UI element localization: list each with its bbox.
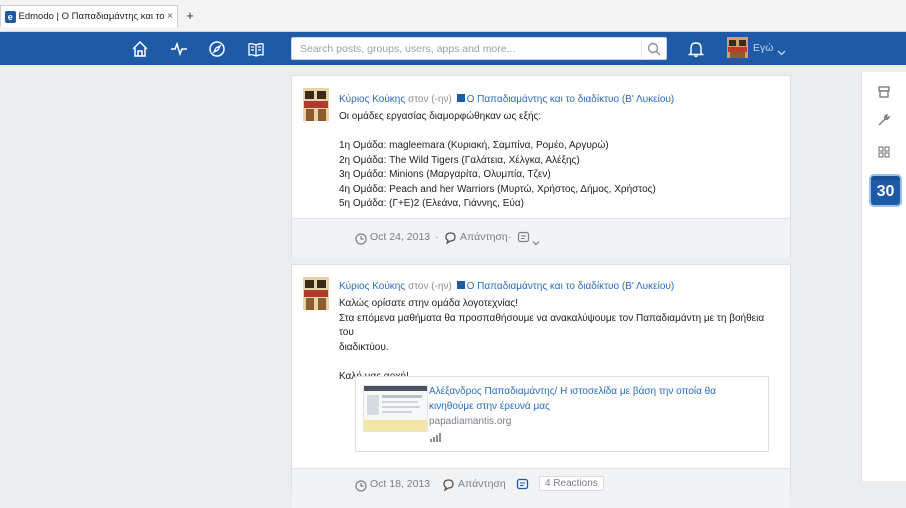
recipient-prefix: στον (-ην) — [407, 94, 452, 105]
post-date[interactable]: Oct 24, 2013 — [370, 231, 430, 243]
post-date[interactable]: Oct 18, 2013 — [370, 478, 430, 490]
wrench-icon[interactable] — [876, 112, 892, 128]
post-line: 5η Ομάδα: (Γ+Ε)2 (Ελεάνα, Γιάννης, Εύα) — [339, 198, 524, 209]
author-avatar[interactable] — [303, 277, 329, 310]
signal-bars-icon — [430, 429, 442, 447]
link-thumbnail[interactable] — [363, 385, 428, 432]
clock-icon — [355, 479, 367, 497]
group-square-icon — [456, 94, 465, 102]
user-menu-label[interactable]: Εγώ — [753, 42, 773, 54]
post-line: 4η Ομάδα: Peach and her Warriors (Μυρτώ,… — [339, 183, 656, 195]
group-name[interactable]: Ο Παπαδιαμάντης και το διαδίκτυο (Β' Λυκ… — [467, 281, 675, 292]
right-side-rail: 30 — [861, 72, 906, 481]
reply-link[interactable]: Απάντηση — [460, 231, 508, 243]
chevron-down-icon[interactable] — [532, 234, 540, 252]
close-tab-icon[interactable]: × — [167, 11, 173, 22]
group-square-icon — [456, 281, 465, 289]
link-domain: papadiamantis.org — [429, 416, 512, 427]
library-icon[interactable] — [247, 40, 265, 58]
post-line: Οι ομάδες εργασίας διαμορφώθηκαν ως εξής… — [339, 111, 542, 122]
post-line: 1η Ομάδα: magleemara (Κυριακή, Σαμπίνα, … — [339, 140, 609, 151]
post-meta: Κύριος Κούκης στον (-ην) Ο Παπαδιαμάντης… — [339, 281, 674, 292]
reactions-count-badge[interactable]: 4 Reactions — [539, 476, 604, 491]
post-body: Οι ομάδες εργασίας διαμορφώθηκαν ως εξής… — [339, 110, 779, 212]
activity-icon[interactable] — [170, 40, 188, 58]
search-input[interactable]: Search posts, groups, users, apps and mo… — [291, 37, 667, 60]
post-line: Καλώς ορίσατε στην ομάδα λογοτεχνίας! — [339, 298, 518, 309]
search-placeholder: Search posts, groups, users, apps and mo… — [300, 43, 516, 55]
link-title[interactable]: Αλέξανδρος Παπαδιαμάντης/ Η ιστοσελίδα μ… — [429, 385, 759, 414]
reaction-icon[interactable] — [517, 231, 530, 249]
discover-icon[interactable] — [208, 40, 226, 58]
backpack-icon[interactable] — [876, 84, 892, 100]
post-meta: Κύριος Κούκης στον (-ην) Ο Παπαδιαμάντης… — [339, 94, 674, 105]
apps-grid-icon[interactable] — [876, 144, 892, 160]
post-footer: Oct 24, 2013 · Απάντηση · — [292, 218, 790, 258]
reply-icon[interactable] — [444, 231, 457, 249]
calendar-day: 30 — [876, 183, 895, 200]
post-footer: Oct 18, 2013 Απάντηση 4 Reactions — [292, 468, 790, 508]
footer-dot: · — [508, 231, 512, 243]
notifications-bell-icon[interactable] — [687, 40, 705, 63]
footer-dot: · — [435, 231, 439, 243]
post-line: διαδικτύου. — [339, 341, 389, 353]
new-tab-button[interactable]: + — [180, 6, 200, 26]
browser-tab[interactable]: e Edmodo | Ο Παπαδιαμάντης και το δια...… — [0, 5, 178, 27]
chevron-down-icon[interactable] — [777, 44, 786, 62]
home-icon[interactable] — [131, 40, 149, 58]
browser-tab-strip: e Edmodo | Ο Παπαδιαμάντης και το δια...… — [0, 0, 906, 32]
user-avatar[interactable] — [727, 37, 748, 58]
post-line: 3η Ομάδα: Minions (Μαργαρίτα, Ολυμπία, Τ… — [339, 169, 551, 180]
calendar-header — [871, 176, 900, 180]
author-name[interactable]: Κύριος Κούκης — [339, 281, 405, 292]
recipient-prefix: στον (-ην) — [407, 281, 452, 292]
browser-tab-title: Edmodo | Ο Παπαδιαμάντης και το δια... — [18, 11, 168, 22]
post-card: Κύριος Κούκης στον (-ην) Ο Παπαδιαμάντης… — [291, 264, 791, 508]
post-line: 2η Ομάδα: The Wild Tigers (Γαλάτεια, Χέλ… — [339, 154, 580, 166]
reply-link[interactable]: Απάντηση — [458, 478, 506, 490]
post-body: Καλώς ορίσατε στην ομάδα λογοτεχνίας! Στ… — [339, 297, 779, 384]
calendar-icon[interactable]: 30 — [871, 176, 900, 205]
link-preview-card[interactable]: Αλέξανδρος Παπαδιαμάντης/ Η ιστοσελίδα μ… — [355, 376, 769, 452]
post-line-blank — [339, 355, 779, 370]
post-line-blank — [339, 125, 779, 140]
author-name[interactable]: Κύριος Κούκης — [339, 94, 405, 105]
edmodo-favicon-icon: e — [5, 10, 16, 23]
clock-icon — [355, 232, 367, 250]
post-card: Κύριος Κούκης στον (-ην) Ο Παπαδιαμάντης… — [291, 75, 791, 258]
group-name[interactable]: Ο Παπαδιαμάντης και το διαδίκτυο (Β' Λυκ… — [467, 94, 675, 105]
post-line: Στα επόμενα μαθήματα θα προσπαθήσουμε να… — [339, 312, 765, 339]
author-avatar[interactable] — [303, 88, 329, 121]
search-divider — [641, 40, 642, 57]
search-icon[interactable] — [646, 41, 662, 62]
